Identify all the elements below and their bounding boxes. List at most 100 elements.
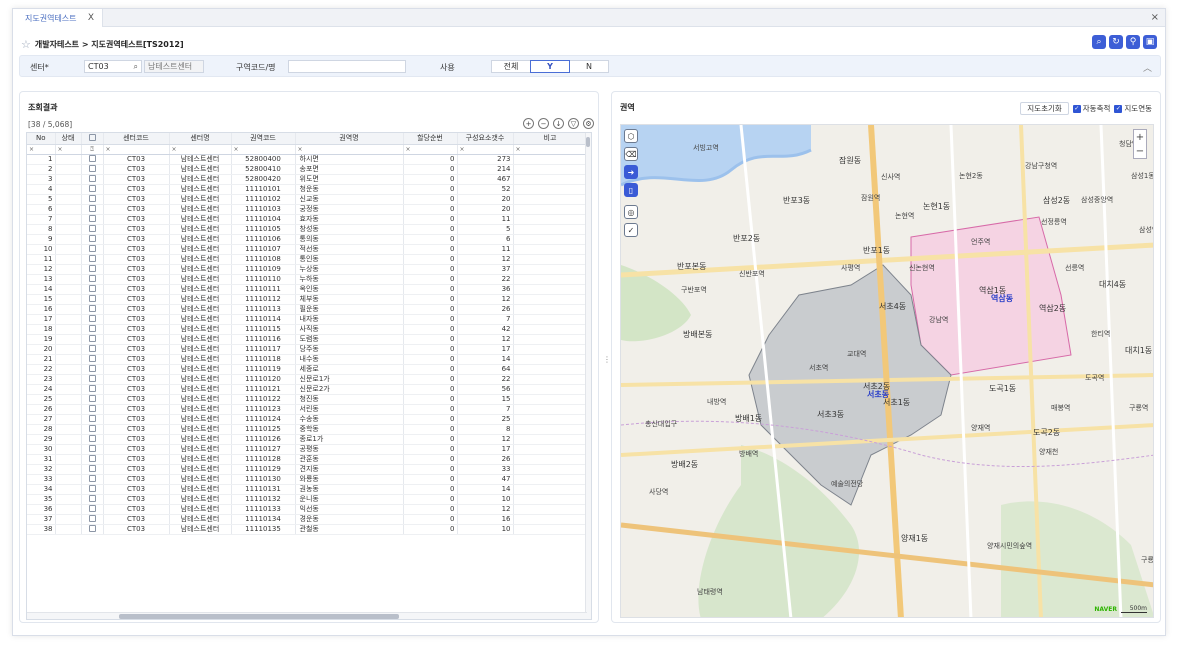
cell-center-name[interactable]: 남테스트센터 [169, 364, 232, 375]
cell-note[interactable] [513, 264, 588, 275]
cell-no[interactable]: 22 [27, 364, 56, 375]
cell-region-code[interactable]: 11110129 [231, 464, 296, 475]
cell-component-count[interactable]: 11 [457, 214, 514, 225]
col-select-all[interactable] [81, 133, 104, 145]
cell-select[interactable] [81, 194, 104, 205]
cell-region-name[interactable]: 중학동 [295, 424, 404, 435]
cell-component-count[interactable]: 14 [457, 484, 514, 495]
cell-component-count[interactable]: 20 [457, 194, 514, 205]
cell-select[interactable] [81, 504, 104, 515]
cell-assign-order[interactable]: 0 [403, 254, 458, 265]
cell-region-code[interactable]: 11110111 [231, 284, 296, 295]
cell-status[interactable] [55, 154, 82, 165]
cell-status[interactable] [55, 194, 82, 205]
cell-status[interactable] [55, 174, 82, 185]
cell-assign-order[interactable]: 0 [403, 204, 458, 215]
cell-select[interactable] [81, 174, 104, 185]
cell-component-count[interactable]: 42 [457, 324, 514, 335]
window-close-icon[interactable]: × [1151, 12, 1159, 23]
cell-component-count[interactable]: 6 [457, 234, 514, 245]
cell-assign-order[interactable]: 0 [403, 244, 458, 255]
cell-region-name[interactable]: 익선동 [295, 504, 404, 515]
cell-no[interactable]: 28 [27, 424, 56, 435]
cell-component-count[interactable]: 37 [457, 264, 514, 275]
filter-icon[interactable]: ▽ [568, 118, 579, 129]
cell-note[interactable] [513, 514, 588, 525]
zoom-icon[interactable]: ⚲ [1126, 35, 1140, 49]
table-row[interactable]: 35 CT03 남테스트센터 11110132 운니동 0 10 [27, 494, 588, 505]
search-icon[interactable]: ⌕ [134, 62, 138, 72]
cell-region-code[interactable]: 11110126 [231, 434, 296, 445]
col-center-name[interactable]: 센터명 [169, 133, 232, 145]
cell-assign-order[interactable]: 0 [403, 414, 458, 425]
cell-status[interactable] [55, 404, 82, 415]
cell-region-name[interactable]: 서린동 [295, 404, 404, 415]
cell-note[interactable] [513, 244, 588, 255]
cell-note[interactable] [513, 334, 588, 345]
cell-no[interactable]: 6 [27, 204, 56, 215]
row-checkbox[interactable] [88, 165, 96, 172]
download-icon[interactable]: ↓ [553, 118, 564, 129]
cell-center-name[interactable]: 남테스트센터 [169, 454, 232, 465]
cell-no[interactable]: 37 [27, 514, 56, 525]
cell-region-name[interactable]: 종로1가 [295, 434, 404, 445]
cell-note[interactable] [513, 154, 588, 165]
cell-assign-order[interactable]: 0 [403, 224, 458, 235]
cell-select[interactable] [81, 184, 104, 195]
cell-note[interactable] [513, 364, 588, 375]
filter-cell[interactable]: × [169, 144, 232, 155]
cell-center-name[interactable]: 남테스트센터 [169, 194, 232, 205]
table-row[interactable]: 8 CT03 남테스트센터 11110105 창성동 0 5 [27, 224, 588, 235]
cell-no[interactable]: 36 [27, 504, 56, 515]
cell-assign-order[interactable]: 0 [403, 524, 458, 535]
cell-center-name[interactable]: 남테스트센터 [169, 224, 232, 235]
cell-assign-order[interactable]: 0 [403, 264, 458, 275]
row-checkbox[interactable] [88, 205, 96, 212]
cell-component-count[interactable]: 12 [457, 504, 514, 515]
cell-select[interactable] [81, 434, 104, 445]
row-checkbox[interactable] [88, 265, 96, 272]
cell-center-name[interactable]: 남테스트센터 [169, 324, 232, 335]
cell-center-code[interactable]: CT03 [103, 394, 170, 405]
cell-region-name[interactable]: 필운동 [295, 304, 404, 315]
cell-note[interactable] [513, 224, 588, 235]
cell-center-code[interactable]: CT03 [103, 244, 170, 255]
cell-assign-order[interactable]: 0 [403, 174, 458, 185]
settings-icon[interactable]: ⚙ [583, 118, 594, 129]
cell-select[interactable] [81, 514, 104, 525]
row-checkbox[interactable] [88, 365, 96, 372]
cell-region-name[interactable]: 효자동 [295, 214, 404, 225]
cell-no[interactable]: 38 [27, 524, 56, 535]
cell-center-name[interactable]: 남테스트센터 [169, 304, 232, 315]
table-row[interactable]: 22 CT03 남테스트센터 11110119 세종로 0 64 [27, 364, 588, 375]
table-row[interactable]: 28 CT03 남테스트센터 11110125 중학동 0 8 [27, 424, 588, 435]
table-row[interactable]: 23 CT03 남테스트센터 11110120 신문로1가 0 22 [27, 374, 588, 385]
table-row[interactable]: 3 CT03 남테스트센터 52800420 위도면 0 467 [27, 174, 588, 185]
cell-status[interactable] [55, 284, 82, 295]
cell-note[interactable] [513, 324, 588, 335]
row-checkbox[interactable] [88, 485, 96, 492]
cell-component-count[interactable]: 25 [457, 414, 514, 425]
cell-center-name[interactable]: 남테스트센터 [169, 174, 232, 185]
cell-assign-order[interactable]: 0 [403, 384, 458, 395]
search-icon[interactable]: ⌕ [1092, 35, 1106, 49]
tab-close-icon[interactable]: X [88, 13, 94, 23]
cell-center-name[interactable]: 남테스트센터 [169, 474, 232, 485]
table-row[interactable]: 31 CT03 남테스트센터 11110128 관훈동 0 26 [27, 454, 588, 465]
cell-center-code[interactable]: CT03 [103, 514, 170, 525]
check-tool-icon[interactable]: ✓ [624, 223, 638, 237]
row-checkbox[interactable] [88, 505, 96, 512]
cell-status[interactable] [55, 504, 82, 515]
cell-center-name[interactable]: 남테스트센터 [169, 294, 232, 305]
filter-cell[interactable]: × [55, 144, 82, 155]
cell-select[interactable] [81, 164, 104, 175]
cell-region-code[interactable]: 11110123 [231, 404, 296, 415]
cell-region-name[interactable]: 당주동 [295, 344, 404, 355]
cell-status[interactable] [55, 274, 82, 285]
cell-region-code[interactable]: 11110102 [231, 194, 296, 205]
cell-note[interactable] [513, 394, 588, 405]
cell-no[interactable]: 1 [27, 154, 56, 165]
cell-note[interactable] [513, 384, 588, 395]
cell-select[interactable] [81, 304, 104, 315]
cell-region-name[interactable]: 궁정동 [295, 204, 404, 215]
